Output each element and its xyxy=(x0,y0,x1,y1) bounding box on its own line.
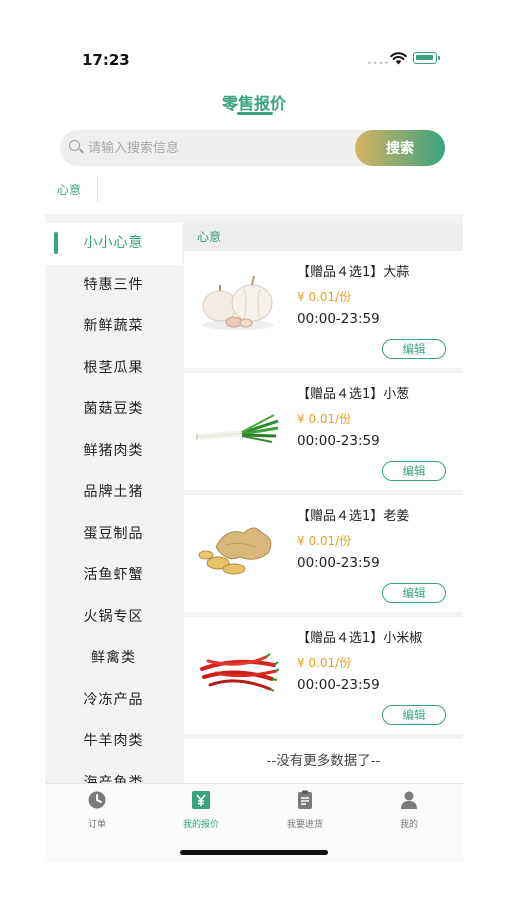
product-card[interactable]: 【赠品４选1】小米椒 ¥ 0.01/份 00:00-23:59 编辑 xyxy=(184,617,463,734)
category-sidebar: 小小心意 特惠三件 新鲜蔬菜 根茎瓜果 菌菇豆类 鲜猪肉类 品牌土猪 蛋豆制品 … xyxy=(45,223,182,783)
product-hours: 00:00-23:59 xyxy=(297,677,380,693)
status-time: 17:23 xyxy=(82,51,130,69)
sidebar-item[interactable]: 牛羊肉类 xyxy=(45,721,182,763)
clock-icon xyxy=(88,791,106,809)
sidebar-item[interactable]: 海产鱼类 xyxy=(45,763,182,784)
battery-icon xyxy=(413,52,440,64)
search-bar: 搜索 xyxy=(60,130,445,166)
sidebar-item[interactable]: 活鱼虾蟹 xyxy=(45,555,182,597)
product-card[interactable]: 【赠品４选1】老姜 ¥ 0.01/份 00:00-23:59 编辑 xyxy=(184,495,463,612)
sidebar-item[interactable]: 鲜禽类 xyxy=(45,638,182,680)
sidebar-item[interactable]: 特惠三件 xyxy=(45,265,182,307)
scallion-image xyxy=(196,414,279,443)
product-name: 【赠品４选1】大蒜 xyxy=(297,265,410,280)
product-hours: 00:00-23:59 xyxy=(297,555,380,571)
tab-orders[interactable]: 订单 xyxy=(45,790,149,830)
search-icon xyxy=(69,140,80,151)
sidebar-item[interactable]: 冷冻产品 xyxy=(45,680,182,722)
tab-profile[interactable]: 我的 xyxy=(357,790,461,830)
tab-label: 我要进货 xyxy=(286,820,323,830)
product-hours: 00:00-23:59 xyxy=(297,433,380,449)
tab-bar: 订单 我的报价 我要进货 我的 xyxy=(45,783,463,862)
edit-button[interactable]: 编辑 xyxy=(382,461,446,481)
divider xyxy=(97,176,98,202)
user-icon xyxy=(401,791,417,809)
tab-my-quotes[interactable]: 我的报价 xyxy=(149,790,253,830)
product-name: 【赠品４选1】小葱 xyxy=(297,387,410,402)
wifi-icon xyxy=(390,52,407,65)
edit-button[interactable]: 编辑 xyxy=(382,705,446,725)
search-input[interactable] xyxy=(88,130,348,166)
product-price: ¥ 0.01/份 xyxy=(297,656,352,670)
product-hours: 00:00-23:59 xyxy=(297,311,380,327)
signal-icon: •••• xyxy=(367,59,390,68)
sidebar-item[interactable]: 鲜猪肉类 xyxy=(45,431,182,473)
tab-label: 我的 xyxy=(399,820,418,830)
app-screen: 17:23 •••• 零售报价 搜索 心意 小小心意 特惠三件 新鲜蔬菜 根茎瓜… xyxy=(45,40,463,862)
edit-button[interactable]: 编辑 xyxy=(382,339,446,359)
ginger-image xyxy=(198,527,272,575)
sidebar-item[interactable]: 菌菇豆类 xyxy=(45,389,182,431)
product-name: 【赠品４选1】老姜 xyxy=(297,509,410,524)
sidebar-item[interactable]: 火锅专区 xyxy=(45,597,182,639)
filter-chip[interactable]: 心意 xyxy=(57,181,81,198)
home-indicator[interactable] xyxy=(180,850,328,855)
sidebar-item[interactable]: 根茎瓜果 xyxy=(45,348,182,390)
clipboard-icon xyxy=(298,790,312,809)
sidebar-item[interactable]: 小小心意 xyxy=(45,223,182,265)
status-bar: 17:23 •••• xyxy=(45,40,463,84)
sidebar-item[interactable]: 品牌土猪 xyxy=(45,472,182,514)
sidebar-item[interactable]: 新鲜蔬菜 xyxy=(45,306,182,348)
edit-button[interactable]: 编辑 xyxy=(382,583,446,603)
tab-label: 我的报价 xyxy=(182,820,219,830)
list-end-text: --没有更多数据了-- xyxy=(184,739,463,783)
search-button[interactable]: 搜索 xyxy=(355,130,445,166)
title-underline xyxy=(237,112,273,115)
tab-purchase[interactable]: 我要进货 xyxy=(253,790,357,830)
product-price: ¥ 0.01/份 xyxy=(297,534,352,548)
yen-icon xyxy=(192,791,210,809)
section-label: 心意 xyxy=(184,223,463,251)
product-price: ¥ 0.01/份 xyxy=(297,412,352,426)
product-card[interactable]: 【赠品４选1】小葱 ¥ 0.01/份 00:00-23:59 编辑 xyxy=(184,373,463,490)
product-name: 【赠品４选1】小米椒 xyxy=(297,631,423,646)
tab-label: 订单 xyxy=(87,820,106,830)
product-card[interactable]: 【赠品４选1】大蒜 ¥ 0.01/份 00:00-23:59 编辑 xyxy=(184,251,463,368)
page-title: 零售报价 xyxy=(221,94,286,113)
garlic-image xyxy=(202,275,274,330)
product-list: 心意 【赠品４选1】大蒜 ¥ 0.01/份 00:00-23:59 编辑 【赠品… xyxy=(184,223,463,783)
product-price: ¥ 0.01/份 xyxy=(297,290,352,304)
chili-pepper-image xyxy=(200,653,280,692)
header: 零售报价 搜索 心意 xyxy=(45,84,463,214)
sidebar-item[interactable]: 蛋豆制品 xyxy=(45,514,182,556)
